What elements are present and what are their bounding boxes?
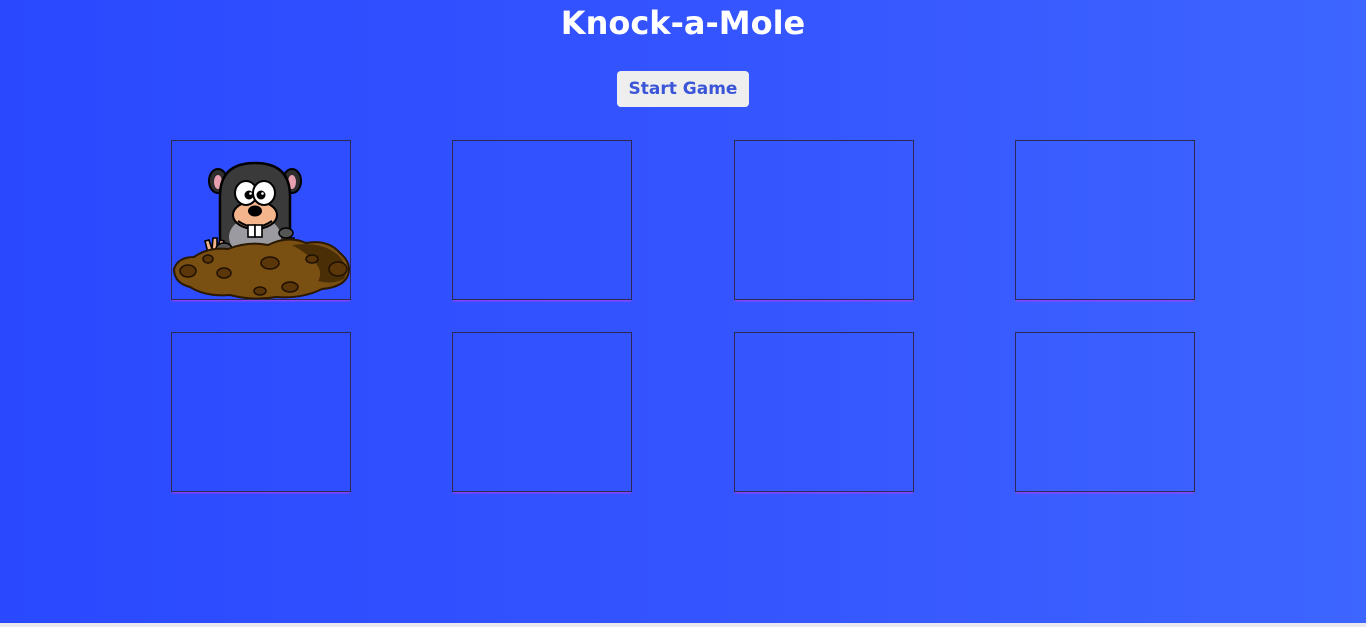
game-title: Knock-a-Mole: [560, 4, 806, 42]
mole-hole-8[interactable]: [1015, 332, 1195, 492]
horizontal-scrollbar[interactable]: [0, 623, 1366, 627]
mole-hole-2[interactable]: [452, 140, 632, 300]
mole-hole-5[interactable]: [171, 332, 351, 492]
mole-icon: [172, 161, 350, 299]
mole-hole-3[interactable]: [734, 140, 914, 300]
mole-hole-7[interactable]: [734, 332, 914, 492]
start-game-button[interactable]: Start Game: [617, 71, 749, 107]
mole-hole-1[interactable]: [171, 140, 351, 300]
mole-hole-6[interactable]: [452, 332, 632, 492]
mole-hole-4[interactable]: [1015, 140, 1195, 300]
